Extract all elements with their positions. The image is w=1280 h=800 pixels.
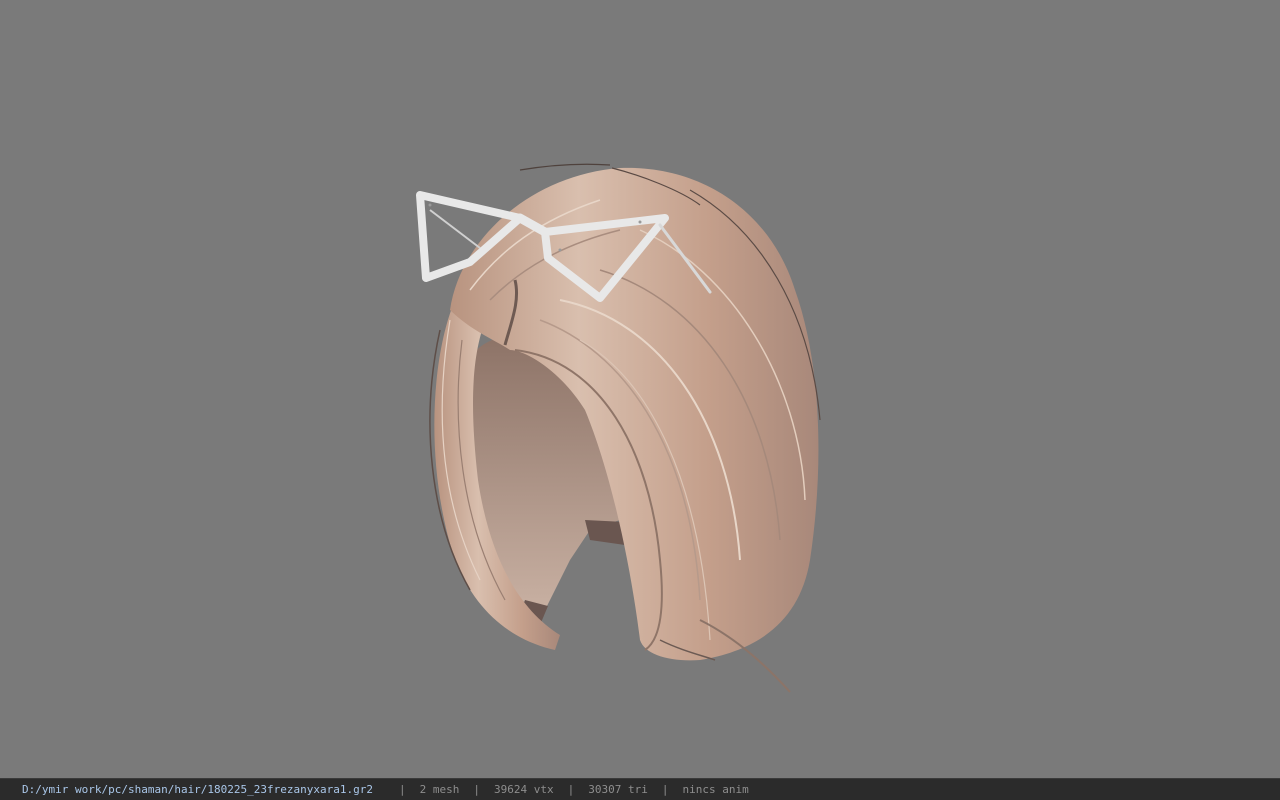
- hair-model-render[interactable]: [0, 0, 1280, 778]
- status-bar: D:/ymir work/pc/shaman/hair/180225_23fre…: [0, 778, 1280, 800]
- vertex-count: 39624 vtx: [494, 783, 554, 796]
- anim-status: nincs anim: [682, 783, 749, 796]
- triangle-count: 30307 tri: [588, 783, 648, 796]
- separator: |: [399, 783, 406, 796]
- 3d-viewport[interactable]: [0, 0, 1280, 778]
- mesh-count: 2 mesh: [419, 783, 460, 796]
- separator: |: [567, 783, 575, 796]
- file-path: D:/ymir work/pc/shaman/hair/180225_23fre…: [22, 783, 373, 796]
- separator: |: [473, 783, 480, 796]
- separator: |: [661, 783, 669, 796]
